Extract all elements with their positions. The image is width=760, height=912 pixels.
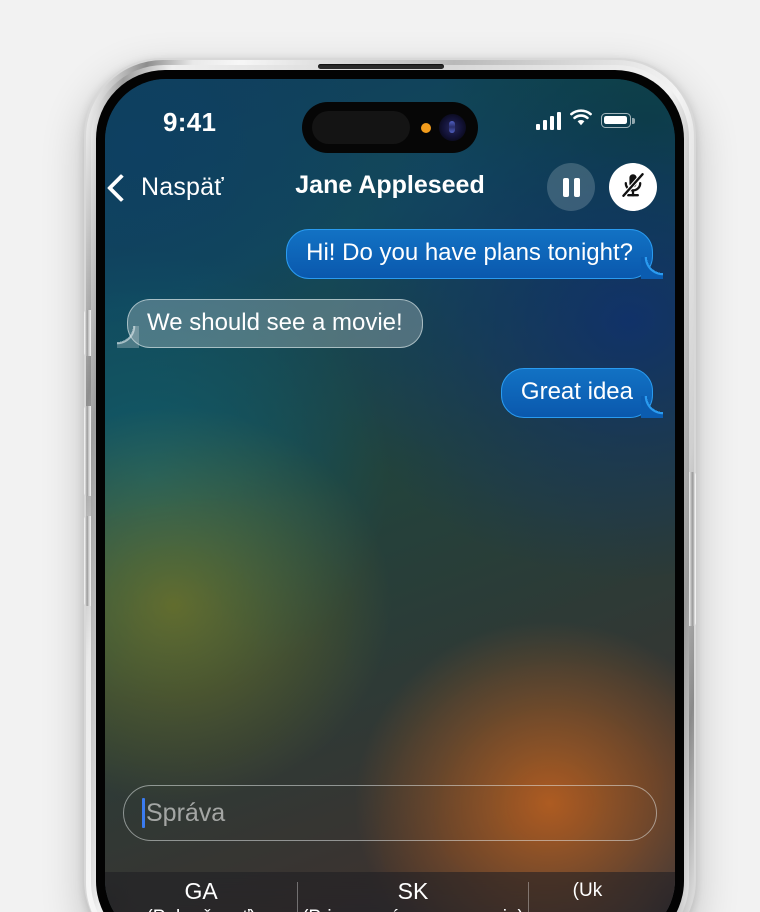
tty-phrase-label: (Pripravené na zavesenie) xyxy=(302,905,524,912)
message-input-placeholder: Správa xyxy=(146,798,226,827)
volume-down-button[interactable] xyxy=(84,516,91,606)
back-button-label: Naspäť xyxy=(141,173,224,201)
battery-icon xyxy=(601,113,635,128)
status-bar-indicators xyxy=(536,109,635,132)
volume-up-button[interactable] xyxy=(84,406,91,496)
page-title: Jane Appleseed xyxy=(295,171,485,199)
text-cursor xyxy=(142,798,145,828)
nav-actions xyxy=(547,163,657,211)
message-row: Great idea xyxy=(121,368,664,418)
message-row: We should see a movie! xyxy=(117,298,659,349)
tty-phrase-code: GA xyxy=(184,878,218,904)
earpiece-speaker xyxy=(318,64,444,69)
microphone-muted-icon xyxy=(618,170,648,205)
back-button[interactable]: Naspäť xyxy=(105,169,234,206)
front-camera-icon xyxy=(439,114,466,141)
wifi-icon xyxy=(569,109,593,132)
tty-phrase-ga[interactable]: GA (Pokračovať) xyxy=(105,872,297,912)
chevron-left-icon xyxy=(106,173,136,202)
dynamic-island-pill xyxy=(312,111,410,144)
message-list: Hi! Do you have plans tonight? We should… xyxy=(105,229,675,438)
dynamic-island[interactable] xyxy=(302,102,478,153)
action-button[interactable] xyxy=(84,310,91,356)
cellular-signal-icon xyxy=(536,111,561,130)
tty-phrase-label: (Pokračovať) xyxy=(146,905,256,912)
phone-screen: 9:41 Naspäť Jane Appleseed Hi! Do you ha… xyxy=(105,79,675,912)
tty-phrase-bar: GA (Pokračovať) SK (Pripravené na zavese… xyxy=(105,872,675,912)
tty-phrase-sk[interactable]: SK (Pripravené na zavesenie) xyxy=(298,872,527,912)
tty-phrase-truncated[interactable]: (Uk xyxy=(529,872,675,904)
screenshot-stage: 9:41 Naspäť Jane Appleseed Hi! Do you ha… xyxy=(0,0,760,912)
mute-button[interactable] xyxy=(609,163,657,211)
message-input[interactable]: Správa xyxy=(123,785,657,841)
message-row: Hi! Do you have plans tonight? xyxy=(121,229,663,279)
message-bubble-sent[interactable]: Hi! Do you have plans tonight? xyxy=(286,229,663,279)
tty-phrase-code: SK xyxy=(397,878,429,904)
power-button[interactable] xyxy=(689,472,696,626)
orange-mic-in-use-dot-icon xyxy=(421,123,431,133)
status-bar-clock: 9:41 xyxy=(163,107,217,137)
message-bubble-sent[interactable]: Great idea xyxy=(500,368,664,418)
navigation-header: Naspäť Jane Appleseed xyxy=(105,151,675,223)
pause-button[interactable] xyxy=(547,163,595,211)
message-bubble-received[interactable]: We should see a movie! xyxy=(117,298,423,349)
pause-icon xyxy=(560,177,582,197)
tty-phrase-label: (Uk xyxy=(572,880,603,901)
